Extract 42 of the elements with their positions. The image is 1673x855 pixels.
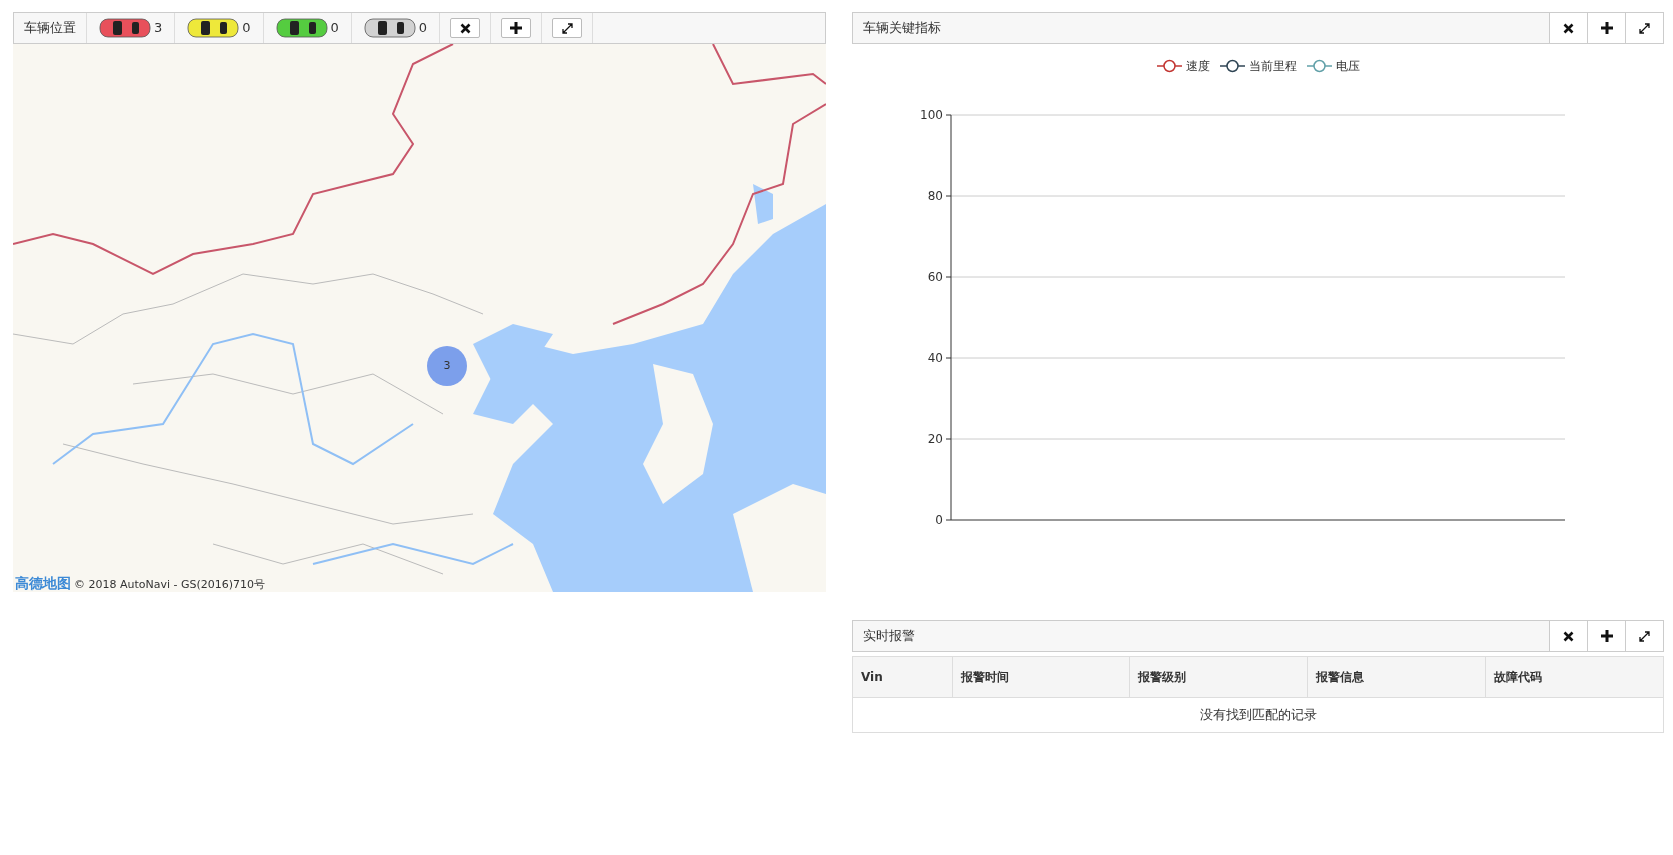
- plus-icon: [1600, 22, 1613, 34]
- y-tick-label: 100: [920, 108, 943, 122]
- empty-message: 没有找到匹配的记录: [852, 697, 1664, 733]
- map-logo: 高德地图: [15, 576, 71, 590]
- expand-icon: [1639, 22, 1650, 34]
- close-icon: [1563, 22, 1574, 34]
- column-header: 报警信息: [1307, 656, 1486, 698]
- column-header: 故障代码: [1485, 656, 1664, 698]
- close-button[interactable]: [450, 18, 481, 38]
- column-header: Vin: [852, 656, 953, 698]
- y-tick-label: 20: [927, 432, 943, 446]
- y-tick-label: 80: [927, 189, 943, 203]
- y-tick-label: 40: [927, 351, 943, 365]
- y-tick-label: 0: [935, 513, 943, 527]
- panel-title: 车辆位置: [14, 13, 87, 43]
- close-icon: [459, 22, 471, 34]
- column-header: 报警时间: [952, 656, 1130, 698]
- legend-label[interactable]: 电压: [1335, 57, 1360, 75]
- expand-button[interactable]: [1625, 621, 1663, 651]
- plus-icon: [510, 22, 523, 34]
- expand-button[interactable]: [1625, 13, 1663, 43]
- panel-title: 实时报警: [862, 627, 916, 646]
- close-button[interactable]: [1549, 13, 1587, 43]
- panel-title: 车辆关键指标: [862, 19, 942, 38]
- close-icon: [1563, 630, 1574, 642]
- y-tick-label: 60: [927, 270, 943, 284]
- map-attribution: © 2018 AutoNavi - GS(2016)710号: [74, 579, 266, 590]
- expand-icon: [1639, 630, 1650, 642]
- plus-icon: [1600, 630, 1613, 642]
- add-button[interactable]: [1587, 621, 1625, 651]
- add-button[interactable]: [1587, 13, 1625, 43]
- expand-button[interactable]: [552, 18, 583, 38]
- legend-label[interactable]: 当前里程: [1248, 57, 1297, 75]
- vehicle-count: 0: [242, 19, 251, 38]
- legend-label[interactable]: 速度: [1185, 57, 1210, 75]
- expand-icon: [561, 22, 573, 34]
- vehicle-count: 0: [330, 19, 339, 38]
- column-header: 报警级别: [1129, 656, 1308, 698]
- add-button[interactable]: [501, 18, 532, 38]
- vehicle-count: 3: [154, 19, 163, 38]
- close-button[interactable]: [1549, 621, 1587, 651]
- vehicle-count: 0: [418, 19, 428, 38]
